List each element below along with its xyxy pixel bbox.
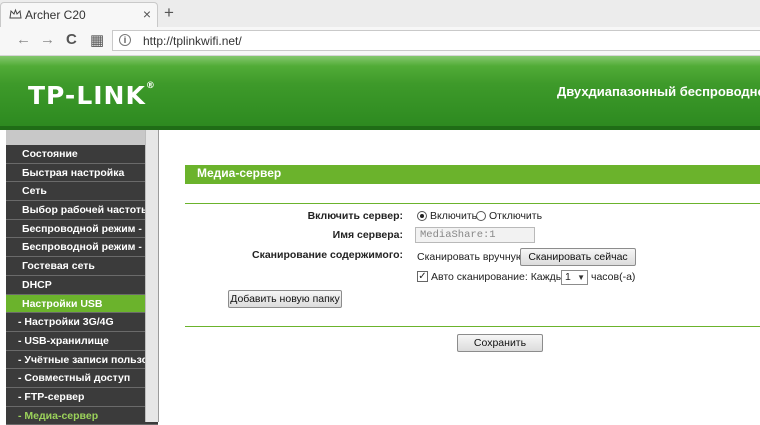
info-icon[interactable]: i [119, 34, 131, 46]
router-crown-icon [9, 8, 22, 19]
sidebar-item-network[interactable]: Сеть [6, 182, 158, 202]
sidebar-item-usb-storage[interactable]: - USB-хранилище [6, 331, 158, 351]
browser-toolbar: ← → C ▦ i http://tplinkwifi.net/ [0, 27, 760, 56]
sidebar-item-3g4g[interactable]: - Настройки 3G/4G [6, 313, 158, 332]
header-shine [0, 56, 760, 66]
section-title: Медиа-сервер [197, 166, 282, 180]
sidebar-scrollbar[interactable] [145, 130, 158, 422]
back-icon[interactable]: ← [16, 31, 31, 48]
header-title: Двухдиапазонный беспроводной [557, 84, 760, 99]
sidebar-top-spacer [6, 130, 158, 145]
add-folder-button[interactable]: Добавить новую папку [228, 290, 342, 308]
apps-icon[interactable]: ▦ [90, 31, 104, 49]
sidebar-menu: Состояние Быстрая настройка Сеть Выбор р… [6, 130, 159, 425]
url-text[interactable]: http://tplinkwifi.net/ [143, 34, 242, 48]
enable-on-label[interactable]: Включить [430, 210, 477, 222]
main-content: Медиа-сервер Включить сервер: Включить О… [159, 130, 760, 422]
server-name-label: Имя сервера: [332, 229, 403, 241]
auto-scan-interval-value: 1 [565, 271, 571, 283]
sidebar-item-status[interactable]: Состояние [6, 145, 158, 164]
enable-off-label[interactable]: Отключить [489, 210, 542, 222]
logo-text: TP-LINK [28, 81, 146, 110]
router-header: TP-LINK® Двухдиапазонный беспроводной [0, 56, 760, 126]
address-bar[interactable]: i http://tplinkwifi.net/ [112, 30, 760, 51]
chevron-down-icon: ▼ [577, 273, 585, 282]
browser-tab[interactable]: Archer C20 × [0, 2, 158, 27]
auto-scan-text: Авто сканирование: Каждые [431, 271, 570, 283]
new-tab-icon[interactable]: + [164, 3, 174, 23]
sidebar-item-dhcp[interactable]: DHCP [6, 275, 158, 295]
enable-server-label: Включить сервер: [307, 210, 403, 222]
server-name-input[interactable]: MediaShare:1 [415, 227, 535, 243]
sidebar-item-media-server[interactable]: - Медиа-сервер [6, 406, 158, 425]
sidebar-item-wireless-24[interactable]: Беспроводной режим - 2,4 [6, 219, 158, 239]
sidebar-item-band-selection[interactable]: Выбор рабочей частоты [6, 201, 158, 220]
close-tab-icon[interactable]: × [143, 6, 151, 22]
scan-now-button[interactable]: Сканировать сейчас [520, 248, 636, 266]
tp-link-logo: TP-LINK® [28, 81, 156, 110]
scan-manual-text: Сканировать вручную: [417, 251, 527, 263]
enable-off-radio[interactable] [476, 211, 486, 221]
sidebar-item-ftp-server[interactable]: - FTP-сервер [6, 387, 158, 407]
forward-icon[interactable]: → [40, 31, 55, 48]
reload-icon[interactable]: C [66, 31, 77, 48]
enable-on-radio[interactable] [417, 211, 427, 221]
save-button[interactable]: Сохранить [457, 334, 543, 352]
logo-registered-mark: ® [145, 81, 156, 91]
tab-title: Archer C20 [25, 8, 86, 22]
sidebar-item-user-accounts[interactable]: - Учётные записи пользова [6, 350, 158, 370]
sidebar-item-guest-network[interactable]: Гостевая сеть [6, 257, 158, 276]
sidebar-item-wireless-5[interactable]: Беспроводной режим - 5 Г [6, 238, 158, 258]
sidebar-item-quick-setup[interactable]: Быстрая настройка [6, 163, 158, 183]
scan-content-label: Сканирование содержимого: [252, 249, 403, 261]
section-header: Медиа-сервер [185, 165, 760, 184]
auto-scan-unit: часов(-а) [591, 271, 636, 283]
browser-tab-bar: Archer C20 × + [0, 0, 760, 28]
section-divider-bottom [185, 326, 760, 327]
auto-scan-checkbox[interactable]: ✓ [417, 271, 428, 282]
section-divider-top [185, 203, 760, 204]
sidebar-item-sharing[interactable]: - Совместный доступ [6, 369, 158, 388]
sidebar-item-usb-settings[interactable]: Настройки USB [6, 294, 158, 314]
auto-scan-interval-select[interactable]: 1 ▼ [561, 270, 588, 285]
